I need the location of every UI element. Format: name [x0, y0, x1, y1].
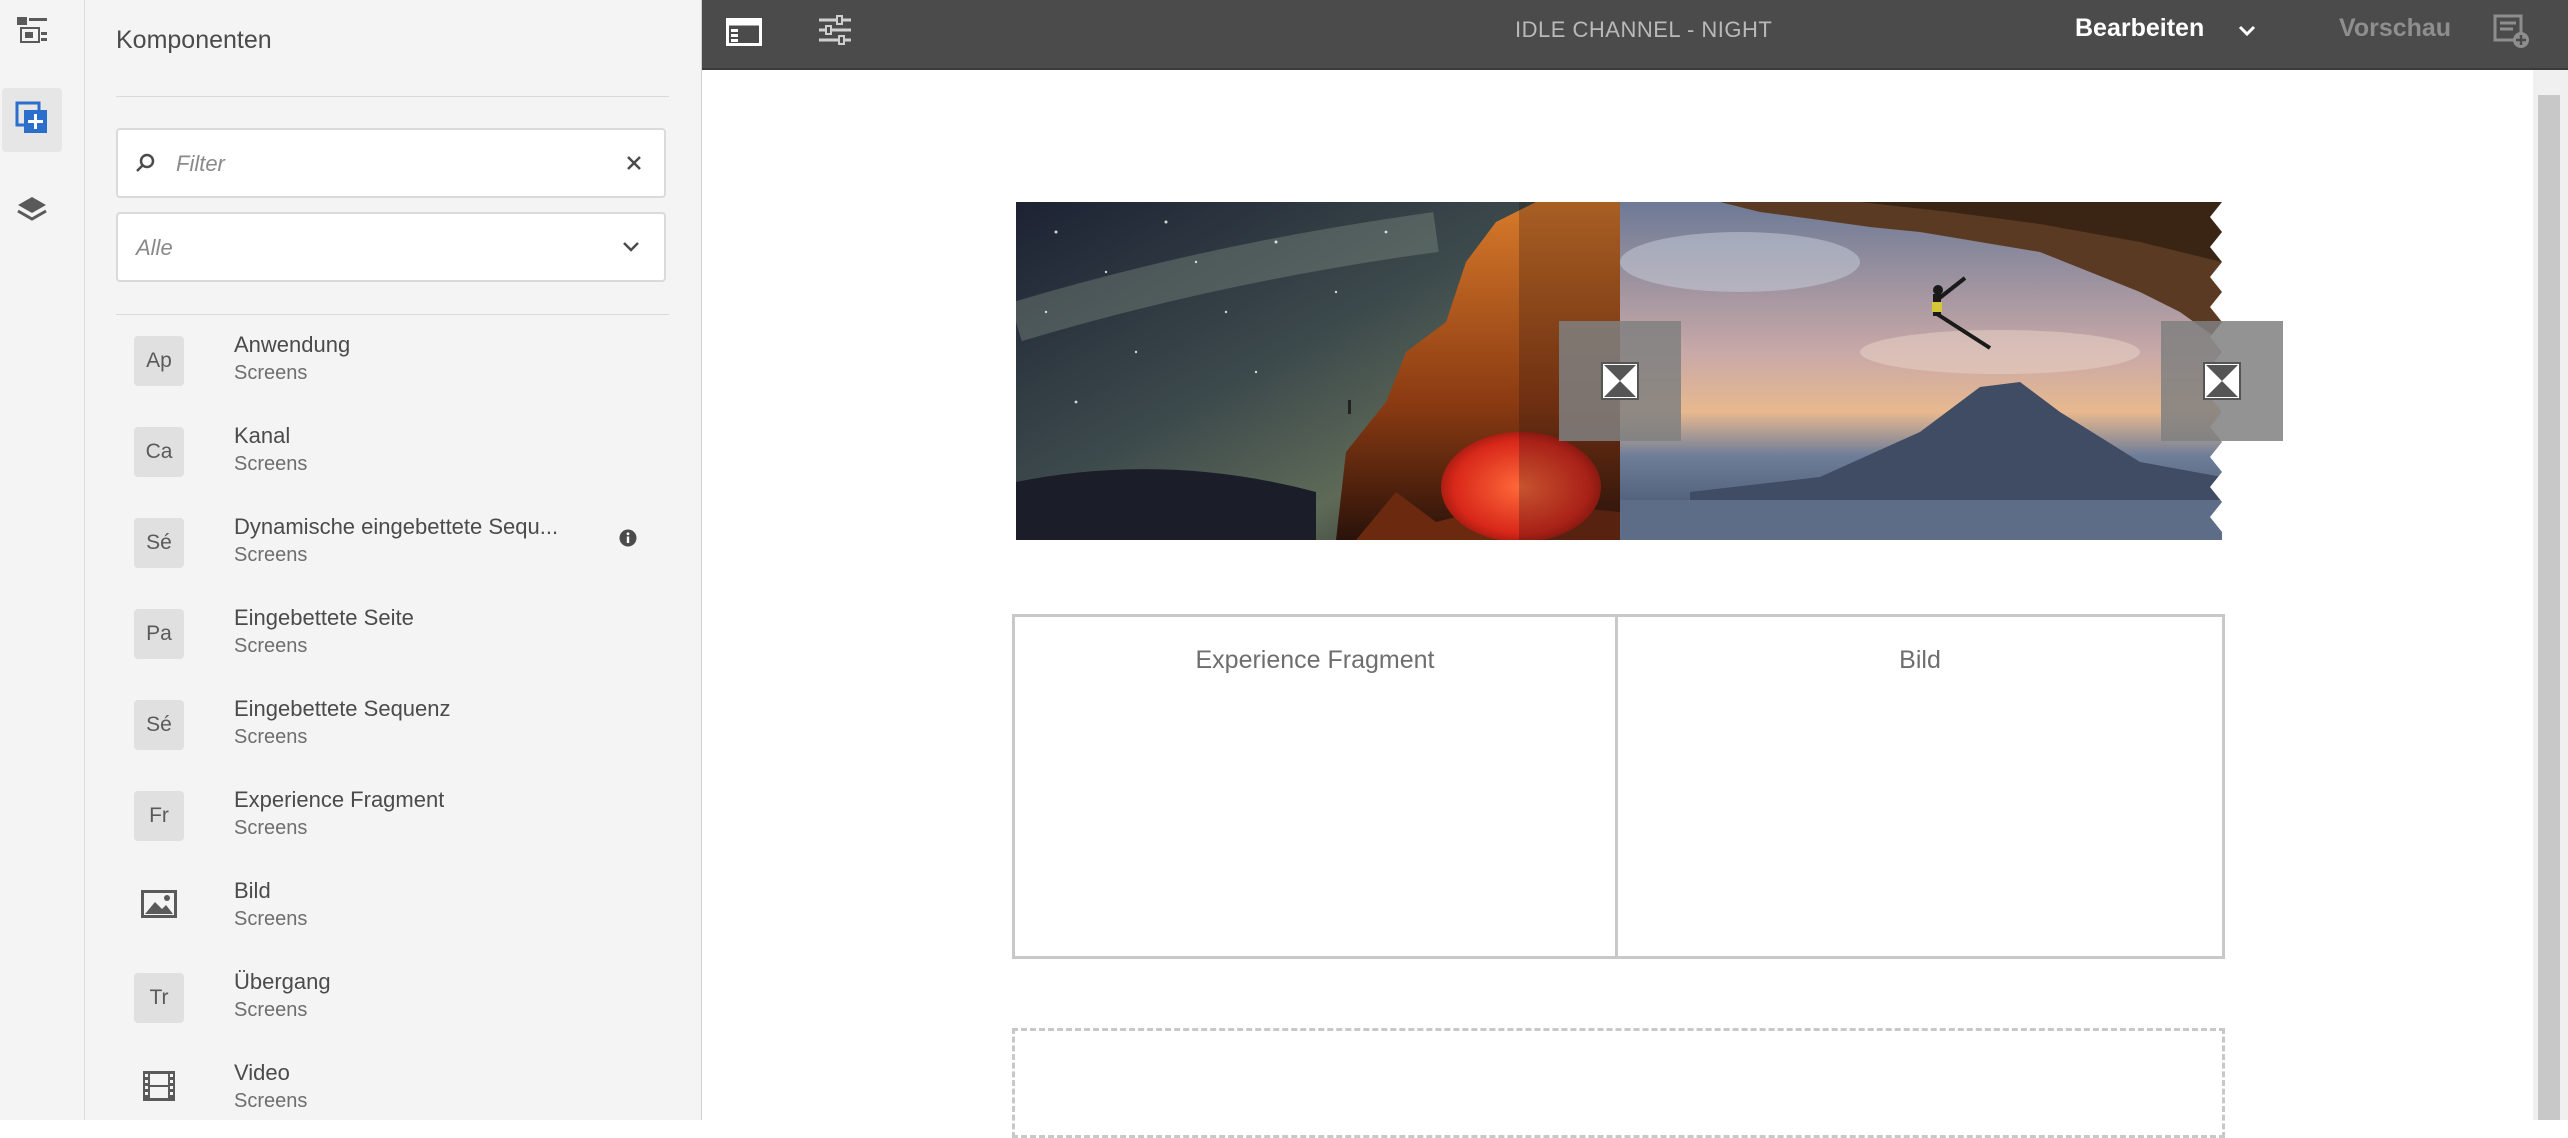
page-properties-icon[interactable]: [817, 15, 853, 45]
component-group: Screens: [234, 999, 308, 1021]
chevron-down-icon: [621, 240, 641, 254]
component-badge: Ap: [134, 336, 184, 386]
side-rail: [0, 0, 85, 1120]
component-list: Ap Anwendung Screens Ca Kanal Screens Sé…: [116, 318, 676, 1120]
image-night-camping[interactable]: [1010, 202, 1620, 542]
component-badge: Fr: [134, 791, 184, 841]
clear-icon[interactable]: [625, 154, 643, 172]
list-item[interactable]: Video Screens: [116, 1046, 676, 1120]
layers-icon: [16, 195, 48, 230]
content-tree-button[interactable]: [2, 0, 62, 64]
search-icon: [134, 152, 156, 174]
content-tree-icon: [15, 14, 49, 51]
component-name: Eingebettete Seite: [234, 605, 414, 630]
experience-fragment-placeholder[interactable]: Experience Fragment: [1015, 646, 1615, 675]
list-item[interactable]: Ca Kanal Screens: [116, 409, 676, 500]
component-group: Screens: [234, 726, 308, 748]
component-name: Eingebettete Sequenz: [234, 696, 451, 721]
component-name: Bild: [234, 878, 271, 903]
annotations-icon[interactable]: [2493, 14, 2531, 50]
components-panel: Komponenten Alle Ap Anwendung: [85, 0, 702, 1120]
image-rock-climber[interactable]: [1620, 202, 2222, 540]
component-group: Screens: [234, 635, 308, 657]
divider: [116, 96, 669, 97]
component-badge: Pa: [134, 609, 184, 659]
editor-toolbar: IDLE CHANNEL - NIGHT Bearbeiten Vorschau: [702, 0, 2568, 70]
image-placeholder-icon: [1559, 321, 1681, 441]
component-badge: Sé: [134, 518, 184, 568]
info-icon[interactable]: [619, 529, 637, 552]
mode-label: Bearbeiten: [2075, 14, 2205, 42]
image-sequence[interactable]: [1010, 202, 2283, 542]
list-item[interactable]: Tr Übergang Screens: [116, 955, 676, 1046]
list-item[interactable]: Ap Anwendung Screens: [116, 318, 676, 409]
image-placeholder[interactable]: Bild: [1618, 646, 2222, 675]
component-name: Video: [234, 1060, 290, 1085]
component-group: Screens: [234, 817, 308, 839]
component-name: Dynamische eingebettete Sequ...: [234, 514, 559, 539]
component-badge: Ca: [134, 427, 184, 477]
chevron-down-icon: [2237, 24, 2257, 38]
layers-button[interactable]: [2, 180, 62, 244]
component-group: Screens: [234, 544, 308, 566]
component-badge: Sé: [134, 700, 184, 750]
component-name: Experience Fragment: [234, 787, 445, 812]
image-icon: [141, 890, 177, 924]
component-group: Screens: [234, 362, 308, 384]
image-placeholder-icon: [2161, 321, 2283, 441]
component-name: Anwendung: [234, 332, 351, 357]
component-badge: Tr: [134, 973, 184, 1023]
component-group: Screens: [234, 908, 308, 930]
filter-field[interactable]: [116, 128, 666, 198]
component-name: Kanal: [234, 423, 291, 448]
components-icon: [15, 101, 49, 140]
list-item[interactable]: Sé Dynamische eingebettete Sequ... Scree…: [116, 500, 676, 591]
film-icon: [142, 1070, 176, 1108]
page-title: IDLE CHANNEL - NIGHT: [1515, 17, 1773, 42]
components-button[interactable]: [2, 88, 62, 152]
component-group: Screens: [234, 453, 308, 475]
component-group: Screens: [234, 1090, 308, 1112]
filter-input[interactable]: [174, 144, 598, 184]
list-item[interactable]: Sé Eingebettete Sequenz Screens: [116, 682, 676, 773]
panel-title: Komponenten: [116, 26, 272, 54]
group-select[interactable]: Alle: [116, 212, 666, 282]
group-select-value: Alle: [136, 235, 173, 260]
list-item[interactable]: Bild Screens: [116, 864, 676, 955]
list-item[interactable]: Pa Eingebettete Seite Screens: [116, 591, 676, 682]
component-name: Übergang: [234, 969, 331, 994]
component-badge: [134, 882, 184, 932]
component-badge: [134, 1064, 184, 1114]
divider: [116, 314, 669, 315]
list-item[interactable]: Fr Experience Fragment Screens: [116, 773, 676, 864]
scrollbar-thumb[interactable]: [2538, 95, 2560, 1120]
preview-button[interactable]: Vorschau: [2339, 14, 2451, 43]
toggle-side-panel-icon[interactable]: [726, 18, 762, 46]
drop-zone[interactable]: [1012, 1028, 2225, 1138]
